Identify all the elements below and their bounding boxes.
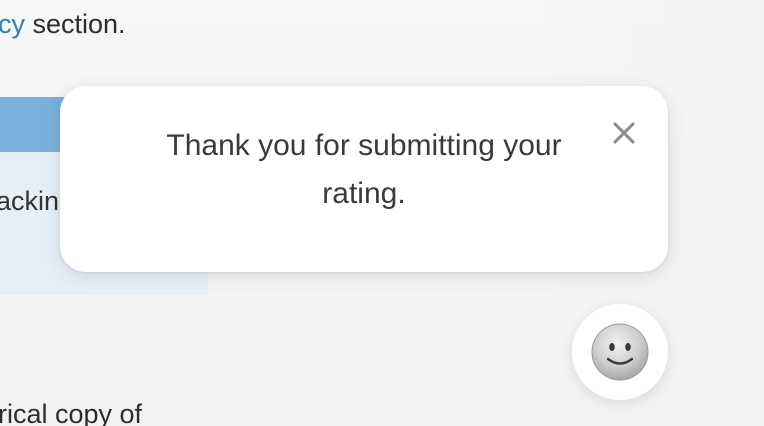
toast-close-button[interactable] [603, 116, 643, 156]
feedback-button[interactable] [572, 304, 668, 400]
rating-confirmation-toast: Thank you for submitting your rating. [60, 86, 668, 272]
slightly-smiling-face-icon [591, 323, 649, 381]
background-text-top: section. [25, 9, 126, 39]
close-icon [613, 122, 635, 144]
background-table-cell-text: ackin [0, 186, 60, 216]
page: cy section. ackin rical copy of Thank yo… [0, 0, 764, 426]
background-paragraph-top: cy section. [0, 6, 126, 42]
background-link[interactable]: cy [0, 9, 25, 39]
toast-message: Thank you for submitting your rating. [166, 129, 562, 210]
background-paragraph-bottom: rical copy of [0, 399, 143, 426]
